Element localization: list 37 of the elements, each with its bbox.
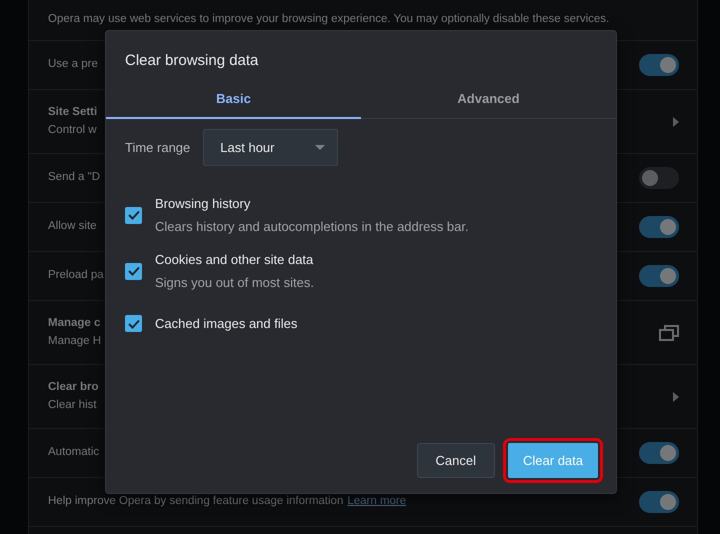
chevron-right-icon [673, 392, 679, 402]
checkbox[interactable] [125, 206, 142, 224]
toggle-switch[interactable] [639, 491, 679, 513]
setting-title: Manage c [48, 317, 100, 330]
option-description: Clears history and autocompletions in the address bar. [155, 218, 469, 236]
time-range-label: Time range [125, 138, 190, 157]
toggle-switch[interactable] [639, 442, 679, 464]
setting-title: Site Setti [48, 106, 98, 118]
setting-title: Help improve Opera by sending feature usage information [48, 495, 344, 508]
option-label: Cached images and files [155, 315, 298, 333]
option-description: Signs you out of most sites. [155, 274, 314, 292]
setting-description: Control w [48, 124, 97, 136]
tab[interactable]: Advanced [361, 80, 616, 119]
toggle-switch[interactable] [639, 167, 679, 189]
option-label: Browsing history [155, 195, 252, 213]
time-range-dropdown[interactable]: Last hour [203, 129, 338, 166]
windows-icon [659, 324, 679, 342]
setting-description: Manage H [48, 334, 102, 346]
setting-title: Use a pre [48, 58, 98, 70]
dialog-title: Clear browsing data [124, 51, 260, 71]
checkbox[interactable] [125, 315, 142, 332]
description-text: Opera may use web services to improve your browsing experience. You may optionally disable these services. [48, 12, 610, 28]
setting-title: Send a "D [48, 171, 100, 184]
toggle-switch[interactable] [639, 216, 679, 238]
cancel-button[interactable]: Cancel [416, 442, 496, 478]
toggle-switch[interactable] [639, 54, 679, 76]
tab[interactable]: Basic [106, 80, 361, 119]
setting-description: Clear hist [48, 398, 97, 410]
chevron-right-icon [673, 116, 679, 126]
option-label: Cookies and other site data [155, 251, 314, 269]
setting-title: Automatic [48, 446, 100, 458]
setting-title: Allow site [48, 220, 97, 232]
toggle-switch[interactable] [639, 265, 679, 287]
setting-title: Clear bro [48, 381, 98, 394]
checkbox[interactable] [125, 262, 142, 280]
setting-title: Preload pa [48, 269, 104, 282]
caret-icon [315, 145, 326, 150]
